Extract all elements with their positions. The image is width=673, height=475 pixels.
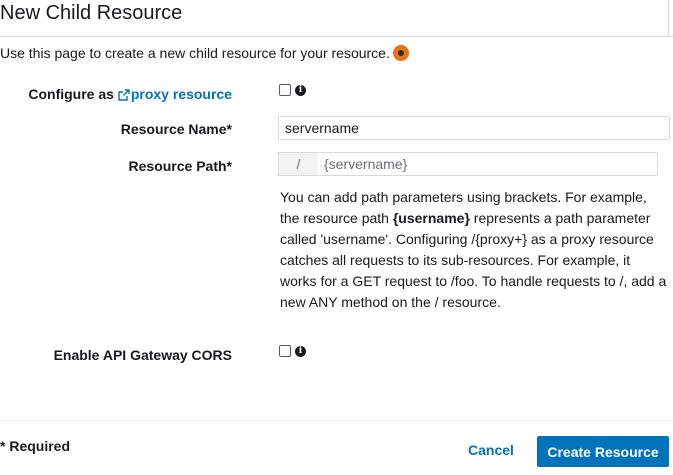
resource-name-label: Resource Name* xyxy=(120,121,232,137)
title-divider xyxy=(0,36,673,37)
footer-divider xyxy=(0,420,673,421)
cors-checkbox[interactable] xyxy=(279,345,291,357)
resource-path-prefix: / xyxy=(278,152,318,176)
status-dot-icon xyxy=(392,45,409,61)
help-text-bold: {username} xyxy=(392,210,470,226)
resource-name-input[interactable] xyxy=(278,116,670,140)
page-title: New Child Resource xyxy=(0,2,183,24)
path-help-text: You can add path parameters using bracke… xyxy=(280,187,670,313)
proxy-resource-link[interactable]: proxy resource xyxy=(118,86,232,102)
create-resource-button[interactable]: Create Resource xyxy=(537,436,669,467)
proxy-label: Configure as proxy resource xyxy=(27,86,232,102)
intro-row: Use this page to create a new child reso… xyxy=(0,45,409,61)
required-note: * Required xyxy=(0,438,71,454)
resource-path-input[interactable] xyxy=(318,152,658,176)
cors-label: Enable API Gateway CORS xyxy=(53,347,232,363)
proxy-info-icon[interactable]: i xyxy=(295,85,306,96)
cors-info-icon[interactable]: i xyxy=(295,346,306,357)
cancel-button[interactable]: Cancel xyxy=(468,442,514,458)
proxy-label-prefix: Configure as xyxy=(28,86,118,102)
proxy-link-text: proxy resource xyxy=(130,86,232,102)
panel-border xyxy=(668,0,669,36)
intro-text: Use this page to create a new child reso… xyxy=(0,45,390,61)
resource-path-label: Resource Path* xyxy=(128,158,232,174)
proxy-resource-checkbox[interactable] xyxy=(279,84,291,96)
external-link-icon xyxy=(118,89,130,101)
